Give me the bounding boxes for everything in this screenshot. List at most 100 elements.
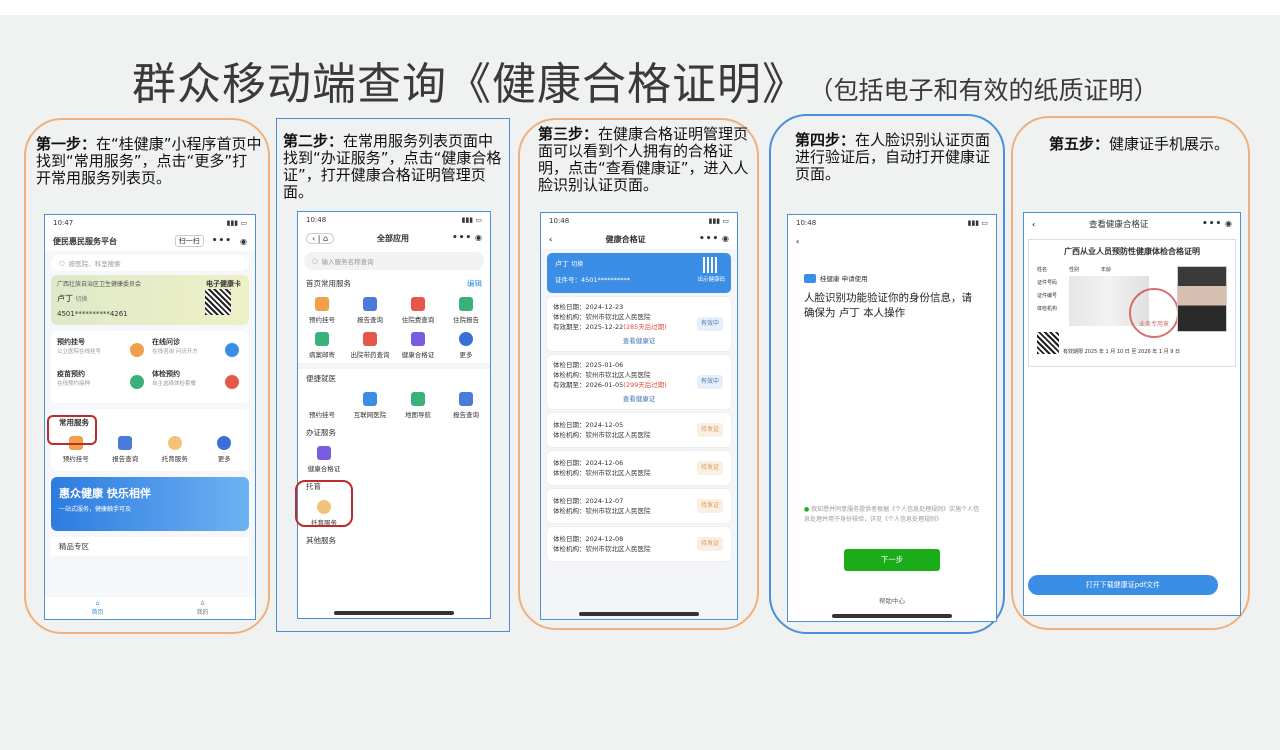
cert-field-label: 年龄 [1101, 267, 1112, 273]
banner-sub: 一站式服务，健康触手可及 [59, 506, 132, 513]
target-icon[interactable]: ◉ [1225, 219, 1232, 228]
tab-home[interactable]: ⌂ 首页 [91, 600, 103, 616]
svc-childcare[interactable]: 托育服务 [153, 436, 197, 463]
cert-record[interactable]: 体检日期：2024-12-05 体检机构：钦州市钦北区人民医院 待发证 [547, 413, 731, 447]
help-link[interactable]: 帮助中心 [788, 595, 996, 605]
cert-field-label: 证件号码 [1037, 280, 1058, 286]
highlight-common-services [47, 415, 97, 445]
app-internet-hospital[interactable]: 互联网医院 [348, 392, 392, 419]
tab-mine[interactable]: ♙ 我的 [196, 600, 208, 616]
tile-consult[interactable]: 在线问诊 在线咨询 问诊开方 [152, 337, 243, 365]
show-qr-button[interactable]: 出示健康码 [697, 257, 725, 283]
app-hospital-report[interactable]: 住院报告 [444, 297, 488, 324]
banner-title: 惠众健康 快乐相伴 [59, 487, 151, 500]
svc-report[interactable]: 报告查询 [103, 436, 147, 463]
back-icon[interactable]: ‹ [549, 235, 552, 244]
tile-appointment[interactable]: 预约挂号 公立医院在线挂号 [57, 337, 148, 365]
back-home-buttons[interactable]: ‹ | ⌂ [306, 232, 335, 244]
status-time: 10:48 [306, 216, 327, 224]
more-grid-icon [217, 436, 232, 450]
promo-banner[interactable]: 惠众健康 快乐相伴 一站式服务，健康触手可及 [51, 477, 249, 531]
more-dots-icon[interactable]: ••• [1202, 219, 1222, 229]
highlight-health-cert [295, 480, 353, 527]
cert-health-cert[interactable]: 健康合格证 [302, 446, 346, 473]
home-indicator [334, 611, 454, 615]
search-icon: ○ [312, 257, 318, 265]
page-title: 群众移动端查询《健康合格证明》 （包括电子和有效的纸质证明） [132, 48, 1159, 112]
home-icon: ⌂ [95, 600, 100, 607]
qr-code-icon [205, 289, 231, 315]
cert-field-label: 姓名 [1037, 267, 1048, 273]
status-bar: 10:48 ▮▮▮ ▭ [796, 219, 988, 227]
app-appointment[interactable]: 预约挂号 [300, 297, 344, 324]
more-dots-icon[interactable]: ••• [699, 234, 719, 244]
next-button[interactable]: 下一步 [844, 549, 940, 571]
step4-phone: 10:48 ▮▮▮ ▭ ‹ 桂健康 申请使用 人脸识别功能验证你的身份信息，请确保… [787, 214, 997, 622]
search-icon: ○ [59, 259, 65, 267]
app-hospital-fee[interactable]: 住院费查询 [396, 297, 440, 324]
cert-record[interactable]: 体检日期：2024-12-07 体检机构：钦州市钦北区人民医院 待发证 [547, 489, 731, 523]
cert-record[interactable]: 体检日期：2024-12-06 体检机构：钦州市钦北区人民医院 待发证 [547, 451, 731, 485]
target-icon[interactable]: ◉ [240, 237, 247, 246]
app-report[interactable]: 报告查询 [348, 297, 392, 324]
back-icon[interactable]: ‹ [796, 237, 799, 246]
app-discharge[interactable]: 出院带药查询 [348, 332, 392, 359]
card-switch[interactable]: 切换 [76, 296, 88, 303]
cert-record[interactable]: 体检日期：2024-12-08 体检机构：钦州市钦北区人民医院 待发证 [547, 527, 731, 561]
record-date: 体检日期：2024-12-23 [553, 303, 624, 311]
cert-field-label: 性别 [1069, 267, 1080, 273]
status-signal: ▮▮▮ ▭ [461, 216, 482, 224]
record-date: 体检日期：2025-01-06 [553, 361, 624, 369]
back-icon[interactable]: ‹ [1032, 220, 1035, 229]
status-signal: ▮▮▮ ▭ [226, 219, 247, 227]
step4-panel: 第四步：在人脸识别认证页面进行验证后，自动打开健康证页面。 10:48 ▮▮▮ ▭… [769, 114, 1005, 634]
edit-link[interactable]: 编辑 [467, 278, 482, 289]
service-tiles: 预约挂号 公立医院在线挂号 在线问诊 在线咨询 问诊开方 疫苗预约 在线预约接种 体检… [51, 331, 249, 403]
download-pdf-button[interactable]: 打开下载健康证pdf文件 [1028, 575, 1218, 595]
tile-checkup[interactable]: 体检预约 自主选择体检套餐 [152, 369, 243, 397]
scan-button[interactable]: 扫一扫 [174, 235, 204, 247]
step2-phone: 10:48 ▮▮▮ ▭ ‹ | ⌂ 全部应用 ••• ◉ ○ 输入服务名称查询 首… [297, 211, 491, 619]
step5-phone: ‹ 查看健康合格证 ••• ◉ 广西从业人员预防性健康体检合格证明 姓名 性别 年龄… [1023, 212, 1241, 616]
record-list: 体检日期：2024-12-23 体检机构：钦州市钦北区人民医院 有效期至：2025-… [541, 297, 737, 561]
view-cert-link[interactable]: 查看健康证 [553, 336, 725, 346]
apply-line: 桂健康 申请使用 [804, 273, 980, 283]
app-map[interactable]: 地图导航 [396, 392, 440, 419]
home-indicator [579, 612, 699, 616]
consult-icon [225, 343, 239, 357]
status-badge: 待发证 [696, 499, 723, 513]
cert-qr-icon [1037, 332, 1059, 354]
step2-desc: 第二步：在常用服务列表页面中找到“办证服务”，点击“健康合格证”，打开健康合格证… [283, 133, 507, 201]
step4-navbar: ‹ [788, 231, 996, 251]
status-badge: 有效中 [696, 317, 723, 331]
health-card[interactable]: 广西壮族自治区卫生健康委员会 电子健康卡 卢丁 切换 4501*********… [51, 275, 249, 325]
svc-more[interactable]: 更多 [202, 436, 246, 463]
sec-common: 首页常用服务 编辑 [306, 278, 482, 289]
app-appointment-2[interactable]: 预约挂号 [300, 392, 344, 419]
app-search[interactable]: ○ 输入服务名称查询 [304, 252, 484, 270]
more-dots-icon[interactable]: ••• [212, 236, 232, 246]
step3-desc: 第三步：在健康合格证明管理页面可以看到个人拥有的合格证明，点击“查看健康证”，进… [538, 126, 758, 194]
cert-record[interactable]: 体检日期：2025-01-06 体检机构：钦州市钦北区人民医院 有效期至：2026-… [547, 355, 731, 409]
more-dots-icon[interactable]: ••• [452, 233, 472, 243]
target-icon[interactable]: ◉ [475, 233, 482, 242]
cert-page-title: 健康合格证 [605, 234, 646, 244]
cert-record[interactable]: 体检日期：2024-12-23 体检机构：钦州市钦北区人民医院 有效期至：2025-… [547, 297, 731, 351]
status-badge: 待发证 [696, 537, 723, 551]
switch-link[interactable]: 切换 [571, 261, 583, 268]
view-cert-link[interactable]: 查看健康证 [553, 394, 725, 404]
status-badge: 待发证 [696, 423, 723, 437]
step4-desc: 第四步：在人脸识别认证页面进行验证后，自动打开健康证页面。 [795, 132, 995, 183]
agreement[interactable]: ● 我知悉并同意服务提供者根据《个人信息处理规则》实施个人信息处理并用于身份核验… [804, 505, 982, 525]
target-icon[interactable]: ◉ [722, 234, 729, 243]
app-report-2[interactable]: 报告查询 [444, 392, 488, 419]
search-bar[interactable]: ○ 按医院、科室搜索 [51, 255, 249, 271]
cert-title: 广西从业人员预防性健康体检合格证明 [1064, 247, 1200, 256]
tile-vaccine[interactable]: 疫苗预约 在线预约接种 [57, 369, 148, 397]
face-verify-text: 人脸识别功能验证你的身份信息，请确保为 卢丁 本人操作 [804, 292, 972, 319]
app-health-cert[interactable]: 健康合格证 [396, 332, 440, 359]
app-mail[interactable]: 病案邮寄 [300, 332, 344, 359]
app-more[interactable]: 更多 [444, 332, 488, 359]
step3-phone: 10:48 ▮▮▮ ▭ ‹ 健康合格证 ••• ◉ 卢丁 切换 证件号：4501*… [540, 212, 738, 620]
sec-cert: 办证服务 [306, 428, 336, 437]
